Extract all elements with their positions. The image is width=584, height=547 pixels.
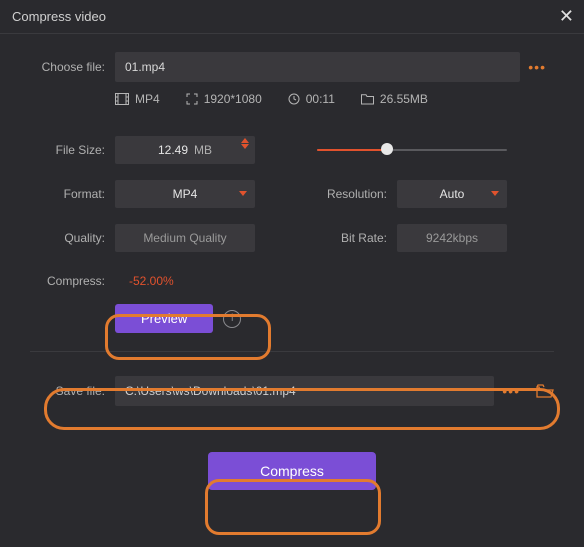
window-title: Compress video: [12, 9, 106, 24]
compress-ratio-value: -52.00%: [129, 274, 174, 288]
meta-duration-value: 00:11: [306, 92, 335, 106]
choose-file-browse-button[interactable]: •••: [520, 59, 554, 75]
open-folder-icon[interactable]: [536, 384, 554, 398]
chevron-down-icon: [239, 191, 247, 196]
film-icon: [115, 93, 129, 105]
meta-duration: 00:11: [288, 92, 335, 106]
quality-display: Medium Quality: [115, 224, 255, 252]
right-column: Resolution: Auto Bit Rate: 9242kbps: [317, 136, 554, 268]
left-column: File Size: 12.49 MB Format: MP4: [30, 136, 267, 268]
size-slider-row: [317, 136, 554, 164]
quality-value: Medium Quality: [143, 231, 226, 245]
meta-resolution-value: 1920*1080: [204, 92, 262, 106]
format-row: Format: MP4: [30, 180, 267, 208]
compress-button[interactable]: Compress: [208, 452, 376, 490]
filesize-value: 12.49: [158, 143, 188, 157]
compress-ratio-row: Compress: -52.00%: [30, 274, 554, 288]
format-value: MP4: [173, 187, 198, 201]
titlebar: Compress video ✕: [0, 0, 584, 34]
step-up-icon[interactable]: [241, 138, 249, 143]
quality-label: Quality:: [30, 231, 105, 245]
choose-file-label: Choose file:: [30, 60, 105, 74]
filesize-label: File Size:: [30, 143, 105, 157]
resolution-label: Resolution:: [317, 187, 387, 201]
expand-icon: [186, 93, 198, 105]
info-icon[interactable]: i: [223, 310, 241, 328]
folder-icon: [361, 94, 374, 105]
clock-icon: [288, 93, 300, 105]
divider: [30, 351, 554, 352]
bitrate-row: Bit Rate: 9242kbps: [317, 224, 554, 252]
preview-button[interactable]: Preview: [115, 304, 213, 333]
bitrate-label: Bit Rate:: [317, 231, 387, 245]
save-section: Save file: ••• Compress: [0, 376, 584, 490]
options-grid: File Size: 12.49 MB Format: MP4: [30, 136, 554, 268]
meta-size-value: 26.55MB: [380, 92, 428, 106]
resolution-row: Resolution: Auto: [317, 180, 554, 208]
chevron-down-icon: [491, 191, 499, 196]
bitrate-value: 9242kbps: [426, 231, 478, 245]
choose-file-row: Choose file: •••: [30, 52, 554, 82]
format-dropdown[interactable]: MP4: [115, 180, 255, 208]
resolution-value: Auto: [440, 187, 465, 201]
meta-size: 26.55MB: [361, 92, 428, 106]
format-label: Format:: [30, 187, 105, 201]
compress-ratio-label: Compress:: [30, 274, 105, 288]
filesize-stepper[interactable]: 12.49 MB: [115, 136, 255, 164]
filesize-unit: MB: [194, 143, 212, 157]
meta-format: MP4: [115, 92, 160, 106]
preview-row: Preview i: [115, 304, 554, 333]
close-icon[interactable]: ✕: [559, 6, 574, 27]
resolution-dropdown[interactable]: Auto: [397, 180, 507, 208]
file-meta-row: MP4 1920*1080 00:11 26.55MB: [115, 92, 554, 106]
slider-fill: [317, 149, 387, 151]
meta-resolution: 1920*1080: [186, 92, 262, 106]
meta-format-value: MP4: [135, 92, 160, 106]
step-down-icon[interactable]: [241, 144, 249, 149]
main-section: Choose file: ••• MP4 1920*1080 00:11: [0, 34, 584, 333]
savefile-input[interactable]: [115, 376, 494, 406]
filesize-row: File Size: 12.49 MB: [30, 136, 267, 164]
savefile-browse-button[interactable]: •••: [494, 383, 528, 399]
bitrate-display: 9242kbps: [397, 224, 507, 252]
quality-row: Quality: Medium Quality: [30, 224, 267, 252]
slider-thumb-icon[interactable]: [381, 143, 393, 155]
savefile-label: Save file:: [30, 384, 105, 398]
size-slider[interactable]: [317, 147, 507, 153]
savefile-row: Save file: •••: [30, 376, 554, 406]
choose-file-input[interactable]: [115, 52, 520, 82]
compress-button-row: Compress: [30, 452, 554, 490]
